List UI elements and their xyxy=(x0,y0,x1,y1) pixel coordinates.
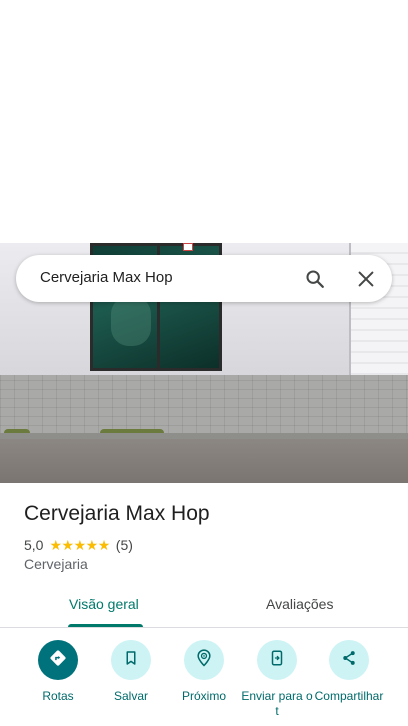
share-label: Compartilhar xyxy=(314,689,384,703)
search-bar[interactable]: Cervejaria Max Hop xyxy=(16,255,392,302)
star-icon: ★ xyxy=(97,537,111,553)
star-rating: ★ ★ ★ ★ ★ xyxy=(49,537,111,553)
review-count[interactable]: (5) xyxy=(116,537,133,553)
bookmark-icon xyxy=(122,649,140,672)
rating-row[interactable]: 5,0 ★ ★ ★ ★ ★ (5) xyxy=(24,537,133,553)
search-input[interactable]: Cervejaria Max Hop xyxy=(40,269,173,286)
tab-bar: Visão geral Avaliações xyxy=(0,588,408,628)
directions-icon xyxy=(48,648,68,673)
tab-reviews[interactable]: Avaliações xyxy=(266,596,333,612)
directions-button[interactable]: Rotas xyxy=(18,640,98,704)
nearby-label: Próximo xyxy=(181,689,226,703)
share-icon xyxy=(340,649,358,672)
search-icon[interactable] xyxy=(304,268,326,290)
tab-overview[interactable]: Visão geral xyxy=(69,596,139,612)
star-icon: ★ xyxy=(85,537,99,553)
photo-sign xyxy=(183,243,193,251)
place-category[interactable]: Cervejaria xyxy=(24,556,88,572)
directions-label: Rotas xyxy=(42,689,74,703)
send-to-phone-icon xyxy=(268,649,286,672)
photo-pavement xyxy=(0,375,408,435)
map-blank-area xyxy=(0,0,408,243)
share-button[interactable]: Compartilhar xyxy=(309,640,389,704)
star-icon: ★ xyxy=(49,537,62,553)
close-icon[interactable] xyxy=(355,268,377,290)
star-icon: ★ xyxy=(61,537,75,553)
rating-value: 5,0 xyxy=(24,537,44,553)
tab-selected-indicator xyxy=(68,624,143,627)
star-icon: ★ xyxy=(73,537,87,553)
send-to-phone-label: Enviar para o t xyxy=(241,689,313,718)
save-label: Salvar xyxy=(113,689,148,703)
action-bar: Rotas Salvar Próximo Enviar para o t Com… xyxy=(0,640,408,726)
nearby-button[interactable]: Próximo xyxy=(164,640,244,704)
send-to-phone-button[interactable]: Enviar para o t xyxy=(237,640,317,719)
place-title: Cervejaria Max Hop xyxy=(24,502,210,525)
nearby-icon xyxy=(194,648,214,673)
photo-road xyxy=(0,439,408,483)
save-button[interactable]: Salvar xyxy=(91,640,171,704)
